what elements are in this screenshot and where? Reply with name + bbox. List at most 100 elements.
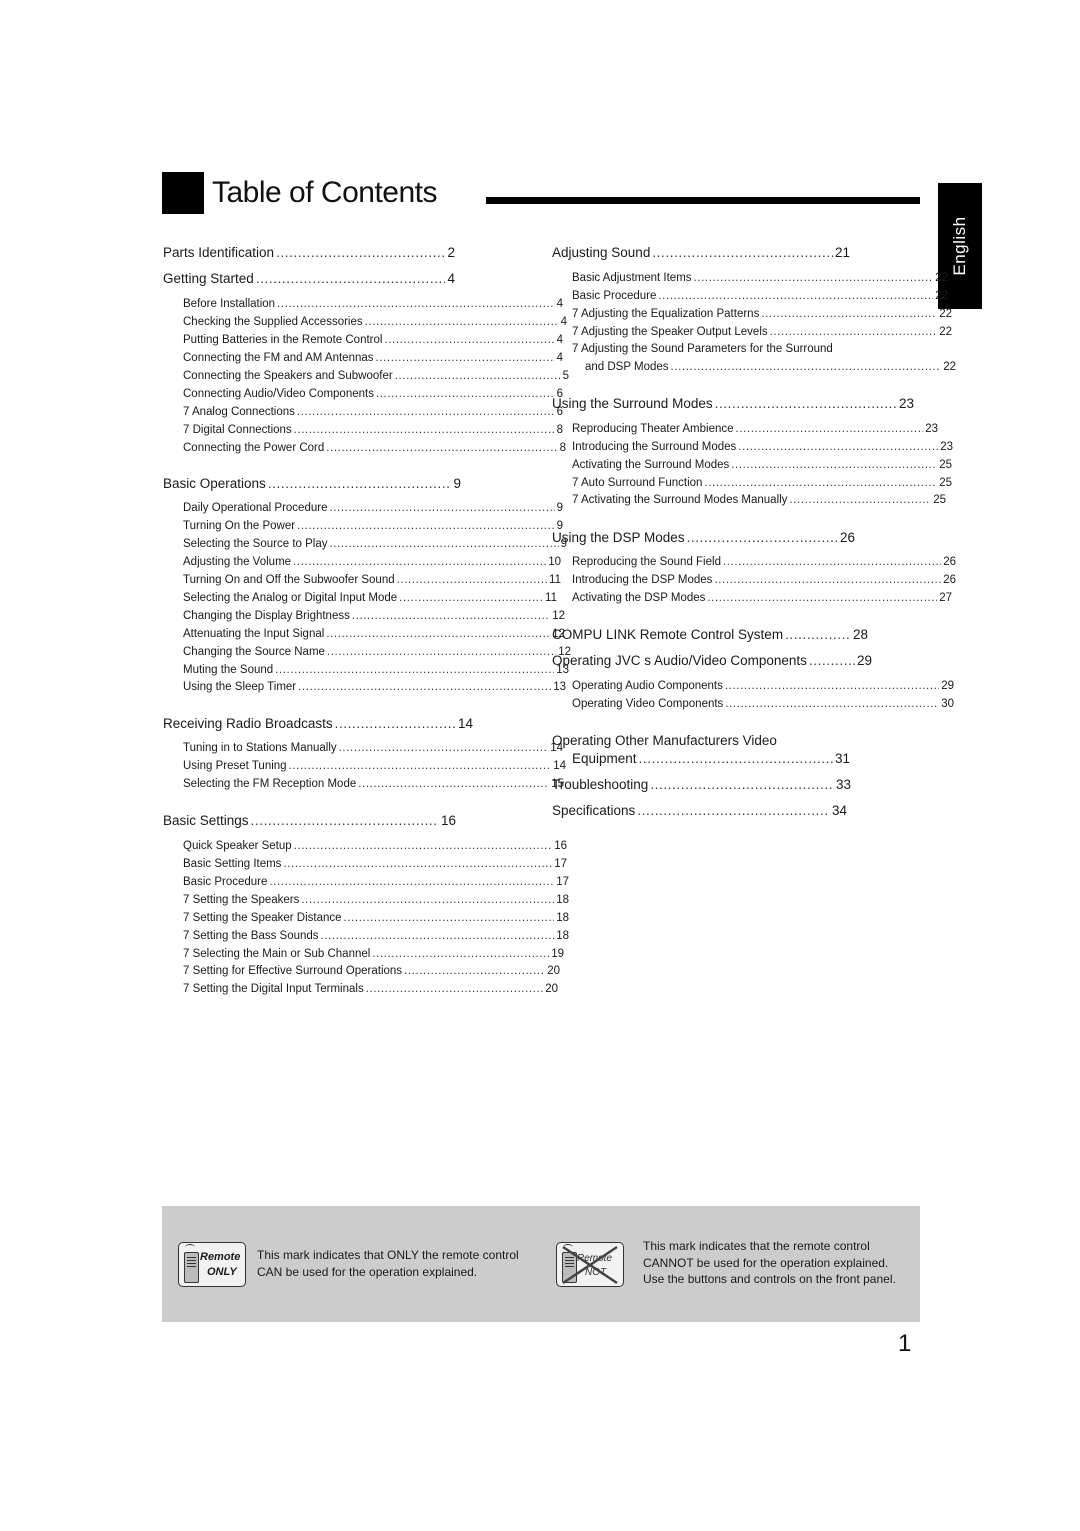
toc-section-entry[interactable]: Basic Operations 9 <box>163 476 461 491</box>
toc-entry-title: Operating JVC s Audio/Video Components <box>552 653 807 668</box>
toc-section-entry[interactable]: Equipment 31 <box>572 751 850 766</box>
toc-section-entry[interactable]: Basic Settings 16 <box>163 813 456 828</box>
toc-subsection-entry[interactable]: Basic Procedure 22 <box>572 290 948 302</box>
toc-section-entry[interactable]: Using the Surround Modes 23 <box>552 396 914 411</box>
toc-subsection-entry[interactable]: Basic Setting Items 17 <box>183 858 567 870</box>
toc-subsection-entry[interactable]: 7 Digital Connections 8 <box>183 424 563 436</box>
dot-leader <box>397 574 547 586</box>
dot-leader <box>329 538 558 550</box>
toc-subsection-entry[interactable]: Operating Video Components 30 <box>572 698 954 710</box>
toc-entry-title: 7 Selecting the Main or Sub Channel <box>183 948 371 960</box>
toc-section-entry[interactable]: Parts Identification 2 <box>163 245 455 260</box>
dot-leader <box>352 610 550 622</box>
toc-subsection-entry[interactable]: Introducing the DSP Modes 26 <box>572 574 956 586</box>
toc-page-number: 26 <box>943 574 956 586</box>
dot-leader <box>399 592 543 604</box>
toc-subsection-entry[interactable]: Reproducing the Sound Field 26 <box>572 556 956 568</box>
toc-subsection-entry[interactable]: Changing the Display Brightness 12 <box>183 610 565 622</box>
toc-subsection-entry[interactable]: Daily Operational Procedure 9 <box>183 502 563 514</box>
toc-subsection-entry[interactable]: Activating the Surround Modes 25 <box>572 459 952 471</box>
toc-subsection-entry[interactable]: Turning On and Off the Subwoofer Sound 11 <box>183 574 561 586</box>
toc-subsection-entry[interactable]: Putting Batteries in the Remote Control 4 <box>183 334 563 346</box>
toc-subsection-entry[interactable]: 7 Setting the Digital Input Terminals 20 <box>183 983 558 995</box>
dot-leader <box>326 442 557 454</box>
toc-subsection-entry[interactable]: 7 Setting the Bass Sounds 18 <box>183 930 569 942</box>
dot-leader <box>269 876 554 888</box>
toc-subsection-entry[interactable]: Selecting the FM Reception Mode15 <box>183 778 564 790</box>
toc-subsection-entry[interactable]: Quick Speaker Setup 16 <box>183 840 567 852</box>
toc-subsection-entry[interactable]: 7 Analog Connections6 <box>183 406 563 418</box>
toc-subsection-entry[interactable]: Basic Adjustment Items 22 <box>572 272 948 284</box>
toc-section-entry[interactable]: Operating Other Manufacturers Video <box>552 733 812 748</box>
toc-entry-title: Reproducing the Sound Field <box>572 556 721 568</box>
dot-leader <box>384 334 554 346</box>
dot-leader <box>294 424 555 436</box>
dot-leader <box>366 983 544 995</box>
dot-leader <box>658 290 933 302</box>
toc-subsection-entry[interactable]: Using Preset Tuning 14 <box>183 760 566 772</box>
toc-subsection-entry[interactable]: Changing the Source Name12 <box>183 646 571 658</box>
toc-section-entry[interactable]: Getting Started 4 <box>163 271 455 286</box>
toc-entry-title: Parts Identification <box>163 245 275 260</box>
toc-section-entry[interactable]: Operating JVC s Audio/Video Components 29 <box>552 653 872 668</box>
toc-entry-title: 7 Analog Connections <box>183 406 295 418</box>
toc-entry-title: Selecting the Source to Play <box>183 538 328 550</box>
remote-not-text-line: Use the buttons and controls on the fron… <box>643 1272 896 1286</box>
toc-subsection-entry[interactable]: 7 Adjusting the Speaker Output Levels 22 <box>572 326 952 338</box>
toc-subsection-entry[interactable]: 7 Activating the Surround Modes Manually… <box>572 494 946 506</box>
toc-page-number: 22 <box>935 272 948 284</box>
toc-entry-title: Basic Operations <box>163 476 266 491</box>
toc-subsection-entry[interactable]: Turning On the Power9 <box>183 520 563 532</box>
toc-subsection-entry[interactable]: Connecting the FM and AM Antennas 4 <box>183 352 563 364</box>
toc-entry-title: Turning On the Power <box>183 520 296 532</box>
toc-page-number: 22 <box>935 290 948 302</box>
toc-subsection-entry[interactable]: Activating the DSP Modes 27 <box>572 592 952 604</box>
toc-subsection-entry[interactable]: Before Installation 4 <box>183 298 563 310</box>
toc-section-entry[interactable]: Specifications 34 <box>552 803 847 818</box>
toc-subsection-entry[interactable]: Basic Procedure 17 <box>183 876 569 888</box>
toc-subsection-entry[interactable]: Muting the Sound13 <box>183 664 569 676</box>
toc-section-entry[interactable]: Receiving Radio Broadcasts 14 <box>163 716 473 731</box>
toc-entry-title: Connecting the Speakers and Subwoofer <box>183 370 393 382</box>
toc-section-entry[interactable]: Using the DSP Modes 26 <box>552 530 855 545</box>
toc-page-number: 20 <box>545 983 558 995</box>
toc-entry-title: Operating Other Manufacturers Video <box>552 733 777 748</box>
toc-page-number: 30 <box>941 698 954 710</box>
toc-subsection-entry[interactable]: Attenuating the Input Signal12 <box>183 628 565 640</box>
toc-subsection-entry[interactable]: Connecting the Power Cord 8 <box>183 442 566 454</box>
toc-subsection-entry[interactable]: 7 Adjusting the Sound Parameters for the… <box>572 343 952 355</box>
toc-entry-title: Using the Sleep Timer <box>183 681 297 693</box>
toc-section-entry[interactable]: Adjusting Sound 21 <box>552 245 850 260</box>
page-title: Table of Contents <box>212 176 437 209</box>
toc-subsection-entry[interactable]: 7 Adjusting the Equalization Patterns 22 <box>572 308 952 320</box>
toc-page-number: 23 <box>898 396 914 411</box>
toc-subsection-entry[interactable]: 7 Selecting the Main or Sub Channel 19 <box>183 948 564 960</box>
toc-page-number: 20 <box>547 965 560 977</box>
toc-subsection-entry[interactable]: Reproducing Theater Ambience 23 <box>572 423 938 435</box>
toc-subsection-entry[interactable]: Adjusting the Volume 10 <box>183 556 561 568</box>
toc-subsection-entry[interactable]: 7 Setting the Speakers 18 <box>183 894 569 906</box>
toc-section-entry[interactable]: COMPU LINK Remote Control System 28 <box>552 627 868 642</box>
toc-subsection-entry[interactable]: Using the Sleep Timer 13 <box>183 681 566 693</box>
remote-control-icon <box>184 1252 199 1283</box>
remote-not-icon: Remote NOT <box>556 1242 624 1287</box>
toc-subsection-entry[interactable]: Selecting the Source to Play9 <box>183 538 567 550</box>
toc-entry-title: Basic Adjustment Items <box>572 272 692 284</box>
toc-subsection-entry[interactable]: 7 Setting the Speaker Distance 18 <box>183 912 569 924</box>
toc-subsection-entry[interactable]: 7 Setting for Effective Surround Operati… <box>183 965 560 977</box>
toc-entry-title: Operating Video Components <box>572 698 724 710</box>
toc-page-number: 18 <box>556 894 569 906</box>
toc-subsection-entry[interactable]: Checking the Supplied Accessories 4 <box>183 316 567 328</box>
toc-page-number: 28 <box>852 627 868 642</box>
toc-subsection-entry[interactable]: Tuning in to Stations Manually14 <box>183 742 563 754</box>
toc-subsection-entry[interactable]: Selecting the Analog or Digital Input Mo… <box>183 592 557 604</box>
toc-subsection-entry[interactable]: Connecting Audio/Video Components6 <box>183 388 563 400</box>
toc-entry-title: Specifications <box>552 803 636 818</box>
toc-section-entry[interactable]: Troubleshooting 33 <box>552 777 851 792</box>
toc-subsection-entry[interactable]: 7 Auto Surround Function 25 <box>572 477 952 489</box>
toc-subsection-entry[interactable]: Introducing the Surround Modes 23 <box>572 441 953 453</box>
toc-subsection-entry[interactable]: and DSP Modes 22 <box>585 361 956 373</box>
dot-leader <box>395 370 561 382</box>
toc-subsection-entry[interactable]: Connecting the Speakers and Subwoofer 5 <box>183 370 569 382</box>
toc-subsection-entry[interactable]: Operating Audio Components 29 <box>572 680 954 692</box>
